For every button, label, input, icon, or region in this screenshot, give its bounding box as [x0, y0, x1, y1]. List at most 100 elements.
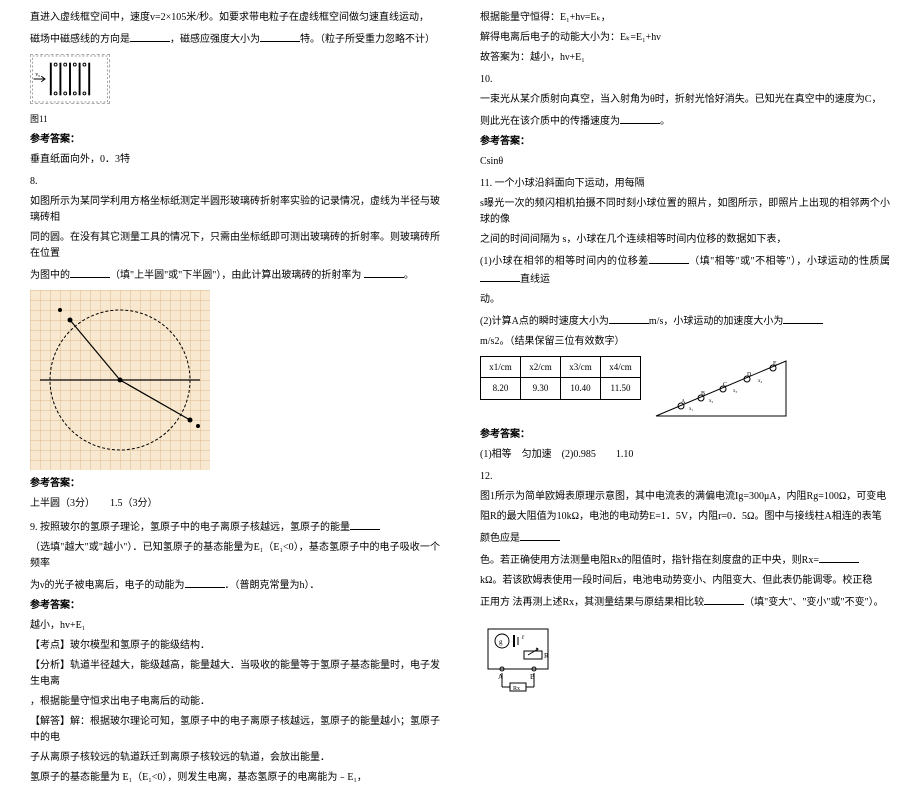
answer-text: (1)相等 匀加速 (2)0.985 1.10: [480, 447, 890, 463]
text-line: (2)计算A点的瞬时速度大小为 m/s，小球运动的加速度大小为: [480, 312, 890, 330]
text-line: 子从离原子核较远的轨道跃迁到离原子核较远的轨道，会放出能量．: [30, 750, 440, 766]
text-line: 动。: [480, 292, 890, 308]
answer-label: 参考答案：: [480, 134, 890, 150]
figure-11: v₀ 图11: [30, 54, 440, 126]
text: 解：根据玻尔理论可知，氢原子中的电子离原子核越远，氢原子的能量越小；氢原子中的电: [30, 716, 440, 743]
answer-label: 参考答案：: [30, 598, 440, 614]
blank-fill: [649, 252, 689, 264]
text: ，磁感应强度大小为: [170, 34, 260, 45]
svg-text:E: E: [773, 361, 777, 367]
svg-text:v₀: v₀: [35, 72, 40, 78]
text-line: 图1所示为简单欧姆表原理示意图，其中电流表的满偏电流Ig=300μA，内阻Rg=…: [480, 489, 890, 505]
left-column: 直进入虚线框空间中，速度v=2×105米/秒。如要求带电粒子在虚线框空间做匀速直…: [30, 10, 440, 641]
text: 玻尔模型和氢原子的能级结构．: [70, 640, 210, 651]
table-cell: 11.50: [601, 378, 641, 399]
text-line: (1)小球在相邻的相等时间内的位移差 （填"相等"或"不相等"），小球运动的性质属…: [480, 252, 890, 288]
svg-text:A: A: [681, 399, 686, 405]
svg-text:g: g: [499, 638, 503, 646]
blank-fill: [620, 112, 660, 124]
text: 按照玻尔的氢原子理论，氢原子中的电子离原子核越远，氢原子的能量: [40, 522, 350, 533]
circuit-diagram: g r R A B Rx: [480, 621, 570, 701]
q9-num: 9.: [30, 522, 40, 533]
table-header: x4/cm: [601, 357, 641, 378]
table-header: x1/cm: [481, 357, 521, 378]
label: 【解答】: [30, 716, 70, 727]
blank-fill: [704, 593, 744, 605]
grid-circle-figure: [30, 290, 210, 470]
svg-text:C: C: [723, 382, 727, 388]
answer-text: 越小，hv+E₁: [30, 618, 440, 634]
label: 【分析】: [30, 660, 70, 671]
text-line: 磁场中磁感线的方向是 ，磁感应强度大小为 特。（粒子所受重力忽略不计）: [30, 30, 440, 48]
table-row: x1/cm x2/cm x3/cm x4/cm: [481, 357, 641, 378]
answer-text: 上半圆（3分） 1.5（3分）: [30, 496, 440, 512]
blank-fill: [70, 266, 110, 278]
text: 则此光在该介质中的传播速度为: [480, 116, 620, 127]
table-header: x2/cm: [521, 357, 561, 378]
blank-fill: [260, 30, 300, 42]
text-line: 阻R的最大阻值为10kΩ，电池的电动势E=1．5V，内阻r=0．5Ω。图中与接线…: [480, 509, 890, 525]
table-and-ramp: x1/cm x2/cm x3/cm x4/cm 8.20 9.30 10.40 …: [480, 356, 890, 421]
blank-fill: [130, 30, 170, 42]
text: 磁场中磁感线的方向是: [30, 34, 130, 45]
text-line: 正用方 法再测上述Rx，其测量结果与原结果相比较（填"变大"、"变小"或"不变"…: [480, 593, 890, 611]
label: 【考点】: [30, 640, 70, 651]
svg-text:D: D: [747, 372, 752, 378]
table-cell: 8.20: [481, 378, 521, 399]
text: (1)小球在相邻的相等时间内的位移差: [480, 256, 649, 267]
text: 颜色应是: [480, 533, 520, 544]
text-line: 直进入虚线框空间中，速度v=2×105米/秒。如要求带电粒子在虚线框空间做匀速直…: [30, 10, 440, 26]
svg-text:R: R: [544, 652, 549, 660]
svg-text:x₁: x₁: [689, 407, 694, 412]
text: （填"相等"或"不相等"），小球运动的性质属: [689, 256, 890, 267]
text-line: m/s2。（结果保留三位有效数字）: [480, 334, 890, 350]
question-8: 8.: [30, 174, 440, 190]
text-line: 如图所示为某同学利用方格坐标纸测定半圆形玻璃砖折射率实验的记录情况，虚线为半径与…: [30, 194, 440, 226]
text: （填"变大"、"变小"或"不变"）。: [744, 597, 884, 608]
svg-text:x₂: x₂: [709, 399, 714, 404]
question-9: 9. 按照玻尔的氢原子理论，氢原子中的电子离原子核越远，氢原子的能量: [30, 518, 440, 536]
text: （填"上半圆"或"下半圆"），由此计算出玻璃砖的折射率为: [110, 270, 361, 281]
analysis: 【分析】轨道半径越大，能级越高，能量越大．当吸收的能量等于氢原子基态能量时，电子…: [30, 658, 440, 690]
blank-fill: [185, 576, 225, 588]
text-line: 故答案为：越小，hν+E₁: [480, 50, 890, 66]
text-line: 解得电离后电子的动能大小为：Eₖ=E₁+hν: [480, 30, 890, 46]
text-line: （选填"越大"或"越小"）．已知氢原子的基态能量为E₁（E₁<0），基态氢原子中…: [30, 540, 440, 572]
blank-fill: [819, 551, 859, 563]
exam-point: 【考点】玻尔模型和氢原子的能级结构．: [30, 638, 440, 654]
svg-text:x₄: x₄: [758, 379, 763, 384]
text-line: 为ν的光子被电离后，电子的动能为．（普朗克常量为h）．: [30, 576, 440, 594]
table-cell: 9.30: [521, 378, 561, 399]
text: ．（普朗克常量为h）．: [225, 580, 320, 591]
text-line: 根据能量守恒得：E₁+hν=Eₖ，: [480, 10, 890, 26]
text-line: 为图中的 （填"上半圆"或"下半圆"），由此计算出玻璃砖的折射率为 。: [30, 266, 440, 284]
text: 直线运: [520, 274, 550, 285]
blank-fill: [520, 529, 560, 541]
text-line: 色。若正确使用方法测量电阻Rx的阻值时，指针指在刻度盘的正中央，则Rx=: [480, 551, 890, 569]
blank-fill: [609, 312, 649, 324]
svg-text:x₃: x₃: [733, 389, 738, 394]
text-line: 同的圆。在没有其它测量工具的情况下，只需由坐标纸即可测出玻璃砖的折射率。则玻璃砖…: [30, 230, 440, 262]
text-line: 颜色应是: [480, 529, 890, 547]
blank-fill: [364, 266, 404, 278]
q11-num: 11.: [480, 178, 495, 189]
text: (2)计算A点的瞬时速度大小为: [480, 316, 609, 327]
blank-fill: [350, 518, 380, 530]
plates-diagram: v₀: [30, 54, 110, 104]
question-12: 12.: [480, 469, 890, 485]
svg-text:B: B: [701, 391, 705, 397]
question-10: 10.: [480, 72, 890, 88]
text-line: 氢原子的基态能量为 E₁（E₁<0），则发生电离，基态氢原子的电离能为﹣E₁，: [30, 770, 440, 786]
text: 为图中的: [30, 270, 70, 281]
solution: 【解答】解：根据玻尔理论可知，氢原子中的电子离原子核越远，氢原子的能量越小；氢原…: [30, 714, 440, 746]
text: m/s，小球运动的加速度大小为: [649, 316, 783, 327]
question-11: 11. 一个小球沿斜面向下运动，用每隔: [480, 176, 890, 192]
text-line: s曝光一次的频闪相机拍摄不同时刻小球位置的照片，如图所示，即照片上出现的相邻两个…: [480, 196, 890, 228]
text: 特。（粒子所受重力忽略不计）: [300, 34, 435, 45]
text: 。: [404, 270, 414, 281]
svg-text:Rx: Rx: [513, 686, 520, 692]
answer-label: 参考答案：: [480, 427, 890, 443]
text-line: 则此光在该介质中的传播速度为。: [480, 112, 890, 130]
text-line: kΩ。若该欧姆表使用一段时间后，电池电动势变小、内阻变大、但此表仍能调零。校正稳: [480, 573, 890, 589]
text-line: ，根据能量守恒求出电子电离后的动能．: [30, 694, 440, 710]
